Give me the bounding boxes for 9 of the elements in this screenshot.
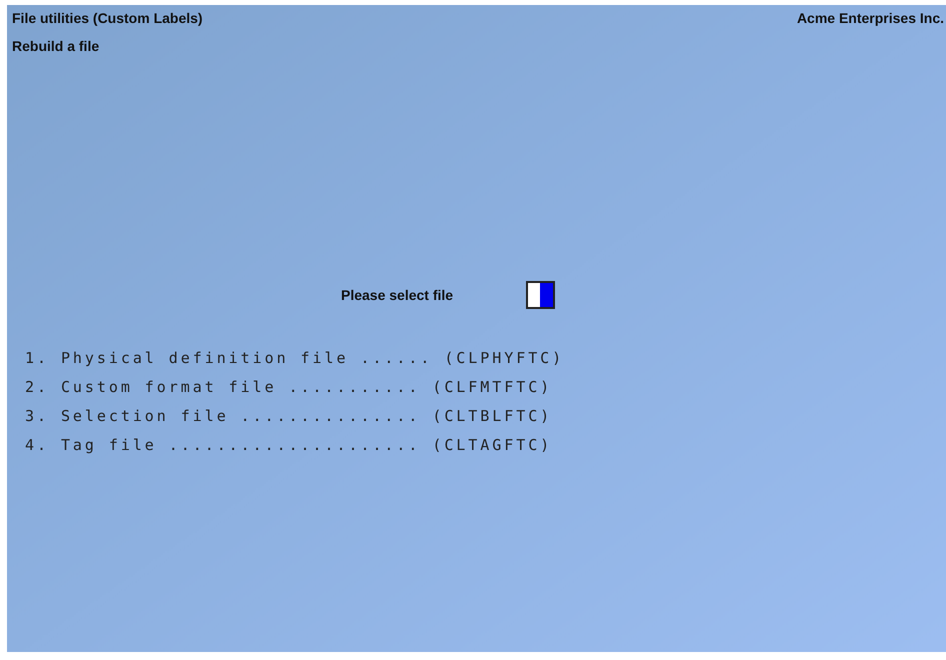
company-name: Acme Enterprises Inc.	[796, 9, 944, 28]
screen-subtitle: Rebuild a file	[12, 38, 100, 54]
prompt-label: Please select file	[341, 286, 454, 304]
file-option: 4. Tag file ..................... (CLTAGFTC)	[25, 436, 946, 454]
screen-title: File utilities (Custom Labels)	[12, 9, 203, 28]
file-option: 1. Physical definition file ...... (CLPHYFTC)	[25, 349, 946, 367]
file-input-field[interactable]	[526, 281, 556, 309]
file-option: 2. Custom format file ........... (CLFMTFTC)	[25, 378, 946, 396]
file-option: 3. Selection file ............... (CLTBLFTC)	[25, 407, 946, 425]
